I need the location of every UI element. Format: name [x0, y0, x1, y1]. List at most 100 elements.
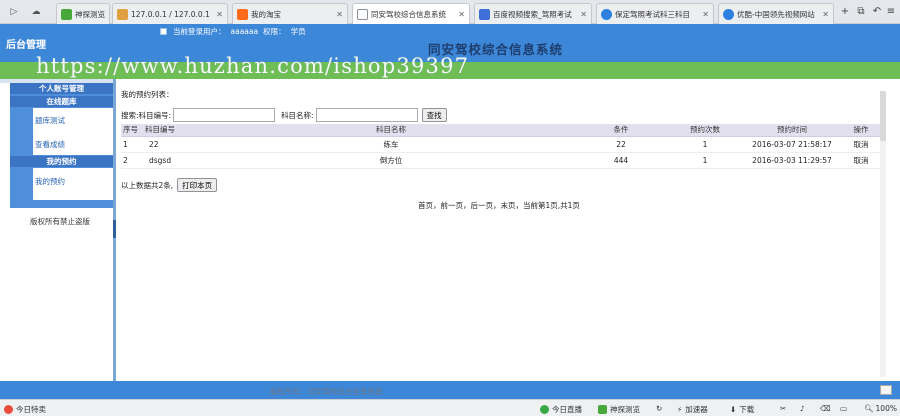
- status-tool-3[interactable]: ⌫: [820, 404, 831, 413]
- sidebar-item-scores[interactable]: 查看成绩: [35, 139, 65, 150]
- screenshot-icon: ✂: [780, 404, 787, 413]
- tab-label: 神探测览: [75, 9, 105, 19]
- tab-youku[interactable]: 优酷-中国领先视频网站 ✕: [718, 3, 834, 24]
- col-header-code: 科目编号: [143, 124, 203, 137]
- cell-code: dsgsd: [143, 152, 203, 169]
- page-icon: [357, 9, 368, 20]
- browser-status-bar: 今日特卖 今日直播 神探测览 ↻ ⚡ 加速器 ⬇ 下载 ✂ ♪ ⌫ ▭ 🔍︎ 1…: [0, 399, 900, 416]
- zoom-icon: 🔍︎: [864, 404, 874, 413]
- cell-no: 1: [121, 136, 143, 153]
- close-icon[interactable]: ✕: [458, 10, 465, 19]
- tab-label: 保定驾照考试科三科目: [615, 9, 690, 19]
- sidebar: 个人账号管理 在线题库 我的预约 题库测试 查看成绩 我的预约 版权所有禁止盗版: [0, 79, 113, 381]
- status-download[interactable]: ⬇ 下载: [730, 404, 754, 415]
- tab-taobao[interactable]: 我的淘宝 ✕: [232, 3, 348, 24]
- subject-code-input[interactable]: [173, 108, 276, 122]
- green-app-icon: [598, 405, 607, 414]
- cloud-icon[interactable]: ☁: [28, 4, 44, 20]
- status-zoom[interactable]: 🔍︎ 100%: [864, 404, 897, 413]
- close-icon[interactable]: ✕: [702, 10, 709, 19]
- table-header-row: 序号 科目编号 科目名称 条件 预约次数 预约时间 操作: [121, 124, 885, 137]
- tab-label: 我的淘宝: [251, 9, 281, 19]
- status-deals-label: 今日特卖: [16, 405, 46, 414]
- tab-label: 127.0.0.1 / 127.0.0.1: [131, 9, 210, 19]
- restore-icon[interactable]: ⧉: [854, 4, 868, 19]
- scrollbar-thumb[interactable]: [880, 91, 886, 141]
- tab-phpmyadmin[interactable]: 127.0.0.1 / 127.0.0.1 ✕: [112, 3, 228, 24]
- col-header-condition: 条件: [579, 124, 663, 137]
- col-header-action: 操作: [837, 124, 885, 137]
- sidebar-toggle-icon[interactable]: ▷: [6, 4, 22, 20]
- vertical-scrollbar[interactable]: [880, 91, 886, 377]
- status-tool-1[interactable]: ✂: [780, 404, 786, 413]
- status-browse[interactable]: 神探测览: [598, 404, 640, 415]
- search-button[interactable]: 查找: [421, 108, 447, 122]
- zoom-level: 100%: [875, 404, 897, 413]
- status-browse-label: 神探测览: [610, 405, 640, 414]
- cancel-link[interactable]: 取消: [837, 152, 885, 169]
- sidebar-section-question-bank[interactable]: 在线题库: [10, 96, 113, 107]
- status-tool-2[interactable]: ♪: [800, 404, 805, 413]
- pagination[interactable]: 首页，前一页，后一页，末页，当前第1页,共1页: [418, 200, 580, 211]
- cell-time: 2016-03-03 11:29:57: [747, 152, 837, 169]
- summary-row: 以上数据共2条, 打印本页: [121, 178, 218, 192]
- tab-shentan[interactable]: 神探测览: [56, 3, 110, 24]
- user-info: 当前登录用户： aaaaaa 权限： 学员: [160, 26, 311, 37]
- tab-baidu-video[interactable]: 百度视频搜索_驾照考试 ✕: [474, 3, 592, 24]
- clear-icon: ⌫: [820, 404, 831, 413]
- cell-count: 1: [663, 152, 747, 169]
- status-accel[interactable]: ⚡ 加速器: [677, 404, 708, 415]
- close-icon[interactable]: ✕: [216, 10, 223, 19]
- user-icon: [160, 28, 167, 35]
- sidebar-section-my-booking[interactable]: 我的预约: [10, 156, 113, 167]
- user-label: 当前登录用户：: [173, 27, 226, 36]
- cell-name: 倒方位: [203, 152, 579, 169]
- menu-icon[interactable]: ≡: [884, 4, 898, 19]
- footer-copyright: 版权所有：同安驾校综合信息系统: [270, 387, 383, 396]
- phpmyadmin-icon: [117, 8, 128, 20]
- baidu-video-icon: [479, 8, 490, 20]
- cell-code: 22: [143, 136, 203, 153]
- play-icon: [723, 8, 734, 20]
- booking-table: 序号 科目编号 科目名称 条件 预约次数 预约时间 操作 1 22 练车 22 …: [121, 124, 885, 169]
- window-icon: ▭: [840, 404, 848, 413]
- new-tab-icon[interactable]: +: [838, 4, 852, 19]
- refresh-icon: ↻: [656, 404, 663, 413]
- record-count: 以上数据共2条,: [121, 180, 174, 190]
- back-icon[interactable]: ↶: [870, 4, 884, 19]
- green-app-icon: [61, 8, 72, 20]
- status-live[interactable]: 今日直播: [540, 404, 582, 415]
- tab-label: 百度视频搜索_驾照考试: [493, 9, 572, 19]
- name-label: 科目名称:: [281, 110, 314, 120]
- col-header-name: 科目名称: [203, 124, 579, 137]
- table-row: 1 22 练车 22 1 2016-03-07 21:58:17 取消: [121, 136, 885, 153]
- tab-baoding[interactable]: 保定驾照考试科三科目 ✕: [596, 3, 714, 24]
- list-title: 我的预约列表：: [121, 90, 174, 99]
- cell-name: 练车: [203, 136, 579, 153]
- sidebar-item-quiz[interactable]: 题库测试: [35, 115, 65, 126]
- code-label: 科目编号:: [138, 110, 172, 120]
- close-icon[interactable]: ✕: [336, 10, 343, 19]
- close-icon[interactable]: ✕: [822, 10, 829, 19]
- tab-label: 同安驾校综合信息系统: [371, 10, 446, 19]
- subject-name-input[interactable]: [315, 108, 418, 122]
- status-tool-4[interactable]: ▭: [840, 404, 847, 413]
- close-icon[interactable]: ✕: [580, 10, 587, 19]
- search-bar: 搜索: 科目编号: 科目名称: 查找: [121, 108, 447, 122]
- sidebar-section-account[interactable]: 个人账号管理: [10, 83, 113, 94]
- main-content: 我的预约列表： 搜索: 科目编号: 科目名称: 查找 序号 科目编号 科目名称 …: [116, 79, 900, 381]
- tab-driving-school[interactable]: 同安驾校综合信息系统 ✕: [352, 3, 470, 25]
- print-button[interactable]: 打印本页: [177, 178, 218, 192]
- cell-count: 1: [663, 136, 747, 153]
- cancel-link[interactable]: 取消: [837, 136, 885, 153]
- speaker-icon: ♪: [800, 404, 805, 413]
- role: 学员: [290, 27, 306, 36]
- resize-grip[interactable]: [880, 385, 892, 395]
- deals-icon: [4, 405, 13, 414]
- sidebar-item-my-booking[interactable]: 我的预约: [35, 176, 65, 187]
- status-refresh[interactable]: ↻: [656, 404, 662, 413]
- cell-time: 2016-03-07 21:58:17: [747, 136, 837, 153]
- username: aaaaaa: [230, 27, 259, 36]
- status-deals[interactable]: 今日特卖: [4, 404, 46, 415]
- table-row: 2 dsgsd 倒方位 444 1 2016-03-03 11:29:57 取消: [121, 152, 885, 169]
